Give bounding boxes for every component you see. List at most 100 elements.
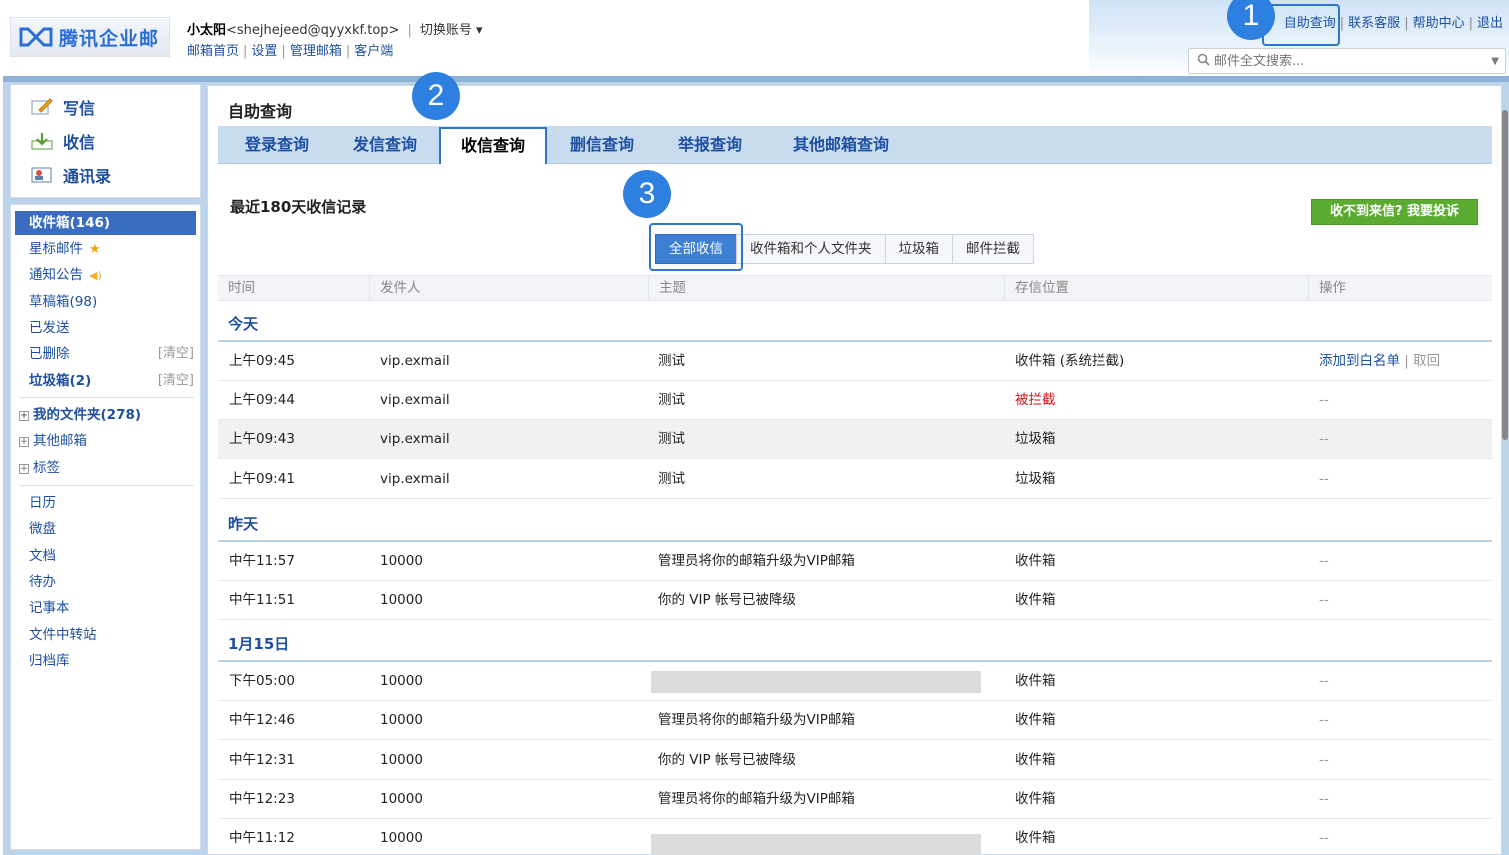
folder-sent[interactable]: 已发送 — [11, 316, 200, 340]
cell-subject[interactable]: 管理员将你的邮箱升级为VIP邮箱 — [658, 780, 855, 818]
scrollbar[interactable] — [1501, 96, 1509, 855]
table-row[interactable]: 中午11:51 10000 你的 VIP 帐号已被降级 收件箱 -- — [218, 581, 1492, 620]
cell-actions: -- — [1319, 752, 1329, 768]
page-title: 自助查询 — [228, 102, 293, 121]
empty-spam-button[interactable]: [清空] — [158, 369, 194, 393]
search-dropdown-icon[interactable]: ▼ — [1491, 56, 1499, 67]
link-mail-home[interactable]: 邮箱首页 — [187, 44, 239, 59]
compose-button[interactable]: 写信 — [31, 95, 95, 119]
link-client[interactable]: 客户端 — [354, 44, 393, 59]
app-calendar[interactable]: 日历 — [11, 491, 200, 515]
folder-drafts[interactable]: 草稿箱(98) — [11, 290, 200, 314]
table-row[interactable]: 中午12:23 10000 管理员将你的邮箱升级为VIP邮箱 收件箱 -- — [218, 780, 1492, 819]
cell-subject[interactable]: 你的 VIP 帐号已被降级 — [658, 581, 796, 619]
filter-inbox-personal[interactable]: 收件箱和个人文件夹 — [736, 234, 886, 264]
filter-spam[interactable]: 垃圾箱 — [884, 234, 953, 264]
table-row[interactable]: 中午12:46 10000 管理员将你的邮箱升级为VIP邮箱 收件箱 -- — [218, 701, 1492, 740]
cell-location: 垃圾箱 — [1015, 431, 1056, 447]
search-box[interactable]: ▼ — [1188, 48, 1506, 74]
cell-sender: 10000 — [380, 592, 423, 608]
folder-notices[interactable]: 通知公告 ◀) — [11, 263, 200, 287]
cell-subject[interactable]: 测试 — [658, 420, 685, 458]
link-settings[interactable]: 设置 — [251, 44, 277, 59]
table-row[interactable]: 中午11:57 10000 管理员将你的邮箱升级为VIP邮箱 收件箱 -- — [218, 542, 1492, 581]
empty-deleted-button[interactable]: [清空] — [158, 342, 194, 366]
table-row[interactable]: 上午09:43 vip.exmail 测试 垃圾箱 -- — [218, 420, 1492, 459]
cell-subject[interactable]: 测试 — [658, 460, 685, 498]
scrollbar-thumb[interactable] — [1502, 110, 1508, 440]
cell-subject[interactable]: 管理员将你的邮箱升级为VIP邮箱 — [658, 542, 855, 580]
app-weipan[interactable]: 微盘 — [11, 517, 200, 541]
annotation-badge-2: 2 — [412, 72, 460, 120]
table-row[interactable]: 中午12:31 10000 你的 VIP 帐号已被降级 收件箱 -- — [218, 741, 1492, 780]
cell-time: 中午12:31 — [229, 752, 295, 768]
tab-deleted-query[interactable]: 删信查询 — [553, 126, 651, 164]
expand-icon[interactable]: + — [19, 411, 29, 421]
link-help-center[interactable]: 帮助中心 — [1413, 16, 1465, 31]
app-archive[interactable]: 归档库 — [11, 649, 200, 673]
cell-actions: -- — [1319, 592, 1329, 608]
compose-label: 写信 — [63, 99, 96, 118]
table-row[interactable]: 中午11:12 10000 收件箱 -- — [218, 819, 1492, 855]
folder-spam[interactable]: 垃圾箱(2) [清空] — [11, 369, 200, 393]
speaker-icon: ◀) — [89, 269, 102, 282]
table-row[interactable]: 下午05:00 10000 收件箱 -- — [218, 662, 1492, 701]
cell-actions: -- — [1319, 392, 1329, 408]
cell-subject[interactable]: 你的 VIP 帐号已被降级 — [658, 741, 796, 779]
group-tags[interactable]: + 标签 — [11, 456, 200, 480]
app-documents[interactable]: 文档 — [11, 544, 200, 568]
filter-intercepted[interactable]: 邮件拦截 — [952, 234, 1034, 264]
receive-button[interactable]: 收信 — [31, 129, 95, 153]
expand-icon[interactable]: + — [19, 437, 29, 447]
logo[interactable]: 腾讯企业邮 — [10, 17, 170, 57]
tab-login-query[interactable]: 登录查询 — [228, 126, 326, 164]
tab-received-query[interactable]: 收信查询 — [439, 127, 547, 164]
app-todo[interactable]: 待办 — [11, 570, 200, 594]
expand-icon[interactable]: + — [19, 464, 29, 474]
group-other-mailboxes[interactable]: + 其他邮箱 — [11, 429, 200, 453]
cell-actions: -- — [1319, 830, 1329, 846]
table-row[interactable]: 上午09:44 vip.exmail 测试 被拦截 -- — [218, 381, 1492, 420]
cell-subject[interactable]: 管理员将你的邮箱升级为VIP邮箱 — [658, 701, 855, 739]
col-actions: 操作 — [1308, 276, 1492, 300]
folder-starred[interactable]: 星标邮件 ★ — [11, 237, 200, 261]
contacts-button[interactable]: 通讯录 — [31, 163, 111, 187]
folder-deleted[interactable]: 已删除 [清空] — [11, 342, 200, 366]
folder-inbox[interactable]: 收件箱(146) — [15, 211, 196, 235]
tab-other-mailbox-query[interactable]: 其他邮箱查询 — [769, 126, 913, 164]
cell-time: 上午09:43 — [229, 431, 295, 447]
cell-time: 上午09:44 — [229, 392, 295, 408]
table-row[interactable]: 上午09:41 vip.exmail 测试 垃圾箱 -- — [218, 460, 1492, 499]
link-logout[interactable]: 退出 — [1477, 16, 1503, 31]
cell-location: 收件箱 (系统拦截) — [1015, 353, 1125, 369]
complain-button[interactable]: 收不到来信? 我要投诉 — [1311, 199, 1478, 225]
cell-time: 上午09:41 — [229, 471, 295, 487]
contacts-icon — [31, 166, 53, 184]
contacts-label: 通讯录 — [63, 167, 112, 186]
col-location: 存信位置 — [1004, 276, 1308, 300]
col-time: 时间 — [228, 280, 255, 296]
app-file-transfer[interactable]: 文件中转站 — [11, 623, 200, 647]
cell-subject[interactable]: 测试 — [658, 381, 685, 419]
divider — [19, 397, 194, 398]
cell-time: 中午12:46 — [229, 712, 295, 728]
add-whitelist-link[interactable]: 添加到白名单 — [1319, 353, 1400, 369]
main-panel: 自助查询 登录查询 发信查询 收信查询 删信查询 举报查询 其他邮箱查询 最近1… — [207, 85, 1502, 855]
app-notepad[interactable]: 记事本 — [11, 596, 200, 620]
tab-report-query[interactable]: 举报查询 — [661, 126, 759, 164]
tab-sent-query[interactable]: 发信查询 — [336, 126, 434, 164]
cell-sender: 10000 — [380, 673, 423, 689]
cell-actions: -- — [1319, 553, 1329, 569]
folder-list: 收件箱(146) 星标邮件 ★ 通知公告 ◀) 草稿箱(98) 已发送 已删除 [清空… — [10, 204, 201, 850]
link-contact-support[interactable]: 联系客服 — [1348, 16, 1400, 31]
search-input[interactable] — [1214, 53, 1492, 69]
logo-icon — [19, 26, 53, 48]
link-manage-mailbox[interactable]: 管理邮箱 — [290, 44, 342, 59]
table-row[interactable]: 上午09:45 vip.exmail 测试 收件箱 (系统拦截) 添加到白名单 … — [218, 342, 1492, 381]
user-email: <shejhejeed@qyyxkf.top> — [226, 23, 400, 38]
retrieve-link[interactable]: 取回 — [1413, 353, 1440, 369]
switch-account-button[interactable]: 切换账号 ▾ — [420, 23, 483, 38]
cell-subject[interactable]: 测试 — [658, 342, 685, 380]
cell-location: 收件箱 — [1015, 712, 1056, 728]
group-my-folders[interactable]: + 我的文件夹(278) — [11, 403, 200, 427]
